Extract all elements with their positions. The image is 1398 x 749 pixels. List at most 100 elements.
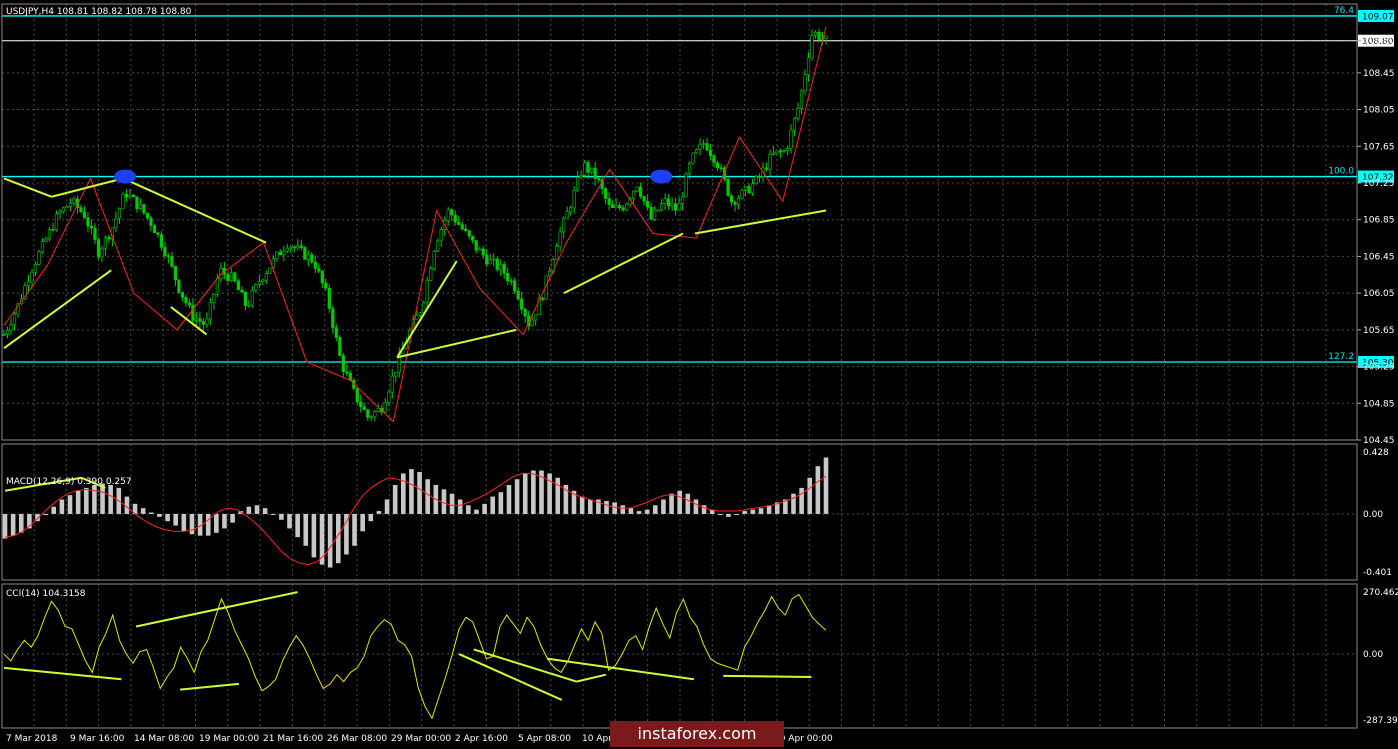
fib-level-label: 100.0	[1328, 167, 1354, 177]
candle-body	[729, 195, 734, 203]
macd-bar	[750, 509, 756, 514]
macd-bar	[10, 513, 16, 536]
candle-body	[506, 273, 510, 282]
macd-bar	[579, 496, 585, 514]
candle-body	[436, 240, 440, 252]
macd-bar	[311, 513, 317, 558]
x-tick-label: 21 Mar 16:00	[263, 734, 323, 744]
macd-bar	[701, 505, 707, 514]
cci-trend-line	[3, 666, 122, 681]
candle-body	[541, 297, 545, 300]
macd-bar	[18, 513, 24, 533]
candle-body	[173, 266, 177, 281]
candle-body	[656, 209, 660, 212]
macd-bar	[295, 513, 300, 538]
candle-body	[618, 205, 622, 209]
candle-body	[341, 355, 345, 372]
candle-body	[646, 201, 650, 208]
macd-bar	[246, 506, 252, 514]
macd-bar	[409, 469, 414, 514]
candle-body	[796, 108, 800, 119]
cci-tick-label: -287.391	[1363, 716, 1398, 726]
macd-bar	[587, 499, 593, 514]
price-tick-label: 106.85	[1363, 216, 1395, 226]
candle-body	[694, 149, 699, 154]
macd-bar	[254, 505, 260, 514]
candle-body	[516, 290, 520, 300]
macd-bar	[531, 470, 536, 514]
candle-body	[485, 254, 489, 265]
macd-bar	[506, 485, 512, 514]
candle-body	[708, 149, 713, 156]
candle-body	[275, 251, 279, 259]
candle-body	[135, 196, 139, 209]
macd-bar	[287, 513, 292, 529]
candle-body	[114, 217, 118, 229]
candle-body	[502, 264, 506, 274]
candle-body	[621, 207, 625, 211]
candle-body	[247, 304, 251, 307]
candle-body	[523, 309, 527, 317]
candle-body	[663, 198, 667, 204]
candle-body	[299, 245, 303, 248]
candle-body	[474, 240, 478, 251]
macd-bar	[823, 457, 829, 514]
candle-body	[534, 314, 538, 321]
candle-body	[82, 211, 87, 218]
pivot-marker	[650, 169, 673, 184]
macd-bar	[43, 513, 48, 515]
candle-body	[107, 236, 111, 240]
candle-body	[457, 221, 461, 225]
x-tick-label: 14 Mar 08:00	[134, 734, 194, 744]
candle-body	[366, 409, 370, 418]
macd-bar	[644, 509, 650, 514]
trend-line	[694, 209, 827, 235]
candle-body	[673, 203, 678, 211]
candle-body	[100, 248, 104, 258]
candle-body	[764, 167, 769, 170]
candle-body	[58, 211, 62, 215]
candle-body	[47, 229, 52, 240]
cci-trend-line	[723, 674, 812, 679]
candle-body	[453, 214, 457, 223]
macd-bar	[498, 492, 504, 514]
candle-body	[180, 292, 184, 298]
candle-body	[715, 162, 720, 169]
candle-body	[530, 319, 534, 327]
candle-body	[775, 150, 779, 154]
macd-bar	[555, 477, 561, 514]
macd-bar	[417, 471, 422, 514]
macd-bar	[490, 496, 496, 514]
candle-body	[576, 176, 580, 191]
candle-body	[184, 296, 188, 304]
candle-body	[40, 240, 45, 253]
candle-body	[604, 188, 608, 199]
candle-body	[684, 173, 688, 198]
candle-body	[597, 178, 601, 180]
macd-bar	[799, 487, 804, 514]
candle-body	[740, 189, 744, 199]
cci-series	[3, 591, 827, 720]
macd-bar	[449, 493, 455, 514]
candle-body	[194, 318, 198, 321]
candle-body	[464, 228, 468, 231]
candle-body	[754, 176, 758, 185]
candle-body	[768, 153, 772, 170]
candle-body	[824, 35, 828, 39]
candle-body	[51, 229, 55, 231]
axes: 108.80 108.45 108.05 107.65 107.25 106.85 106.…	[6, 37, 1398, 744]
candle-body	[649, 206, 653, 220]
candle-body	[513, 280, 517, 292]
macd-bar	[392, 485, 398, 514]
candle-body	[450, 209, 454, 216]
candle-body	[520, 298, 524, 310]
candle-body	[495, 258, 499, 270]
candle-body	[757, 176, 762, 178]
candle-body	[317, 268, 321, 272]
candle-body	[191, 304, 195, 321]
price-tick-label: 107.65	[1363, 142, 1395, 152]
x-tick-label: 2 Apr 16:00	[455, 734, 508, 744]
candle-body	[68, 202, 73, 207]
candle-body	[425, 279, 429, 303]
candle-body	[128, 194, 132, 198]
